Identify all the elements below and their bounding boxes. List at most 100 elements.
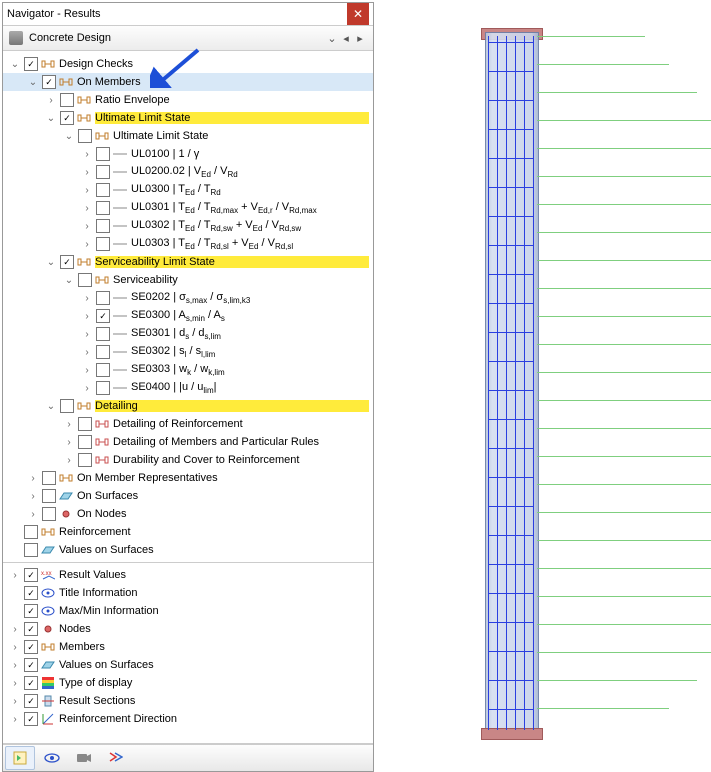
tree-view[interactable]: ⌄Design Checks⌄On Members›Ratio Envelope…	[3, 51, 373, 744]
tree-item-title-info[interactable]: Title Information	[3, 584, 373, 602]
tree-item-on-nodes[interactable]: ›On Nodes	[3, 505, 373, 523]
tree-item-ul0100[interactable]: ›UL0100 | 1 / γ	[3, 145, 373, 163]
expand-icon[interactable]: ›	[27, 509, 39, 520]
expand-icon[interactable]: ›	[27, 491, 39, 502]
tree-item-ul0303[interactable]: ›UL0303 | TEd / TRd,sl + VEd / VRd,sl	[3, 235, 373, 253]
expand-icon[interactable]: ›	[27, 473, 39, 484]
checkbox[interactable]	[96, 291, 110, 305]
expand-icon[interactable]: ›	[81, 185, 93, 196]
expand-icon[interactable]: ›	[81, 221, 93, 232]
checkbox[interactable]	[42, 507, 56, 521]
tree-item-val-surf[interactable]: Values on Surfaces	[3, 541, 373, 559]
collapse-icon[interactable]: ⌄	[63, 131, 75, 142]
checkbox[interactable]	[96, 345, 110, 359]
checkbox[interactable]	[42, 489, 56, 503]
checkbox[interactable]	[60, 93, 74, 107]
expand-icon[interactable]: ›	[63, 455, 75, 466]
collapse-icon[interactable]: ⌄	[9, 59, 21, 70]
checkbox[interactable]	[78, 417, 92, 431]
checkbox[interactable]	[24, 712, 38, 726]
checkbox[interactable]	[96, 327, 110, 341]
collapse-icon[interactable]: ⌄	[27, 77, 39, 88]
expand-icon[interactable]: ›	[81, 239, 93, 250]
expand-icon[interactable]: ›	[81, 203, 93, 214]
checkbox[interactable]	[78, 273, 92, 287]
tree-item-se0400[interactable]: ›SE0400 | |u / ulim|	[3, 379, 373, 397]
checkbox[interactable]	[24, 543, 38, 557]
expand-icon[interactable]: ›	[63, 419, 75, 430]
expand-icon[interactable]: ›	[81, 149, 93, 160]
tree-item-ul0200[interactable]: ›UL0200.02 | VEd / VRd	[3, 163, 373, 181]
tree-item-se0302[interactable]: ›SE0302 | sl / sl,lim	[3, 343, 373, 361]
expand-icon[interactable]: ›	[45, 95, 57, 106]
model-viewport[interactable]: 0.292	[380, 2, 708, 770]
tree-item-se0202[interactable]: ›SE0202 | σs,max / σs,lim,k3	[3, 289, 373, 307]
tree-item-on-rep[interactable]: ›On Member Representatives	[3, 469, 373, 487]
view-tree-button[interactable]	[5, 746, 35, 770]
tree-item-on-members[interactable]: ⌄On Members	[3, 73, 373, 91]
checkbox[interactable]	[24, 658, 38, 672]
expand-icon[interactable]: ›	[81, 311, 93, 322]
tree-item-detailing[interactable]: ⌄Detailing	[3, 397, 373, 415]
checkbox[interactable]	[96, 219, 110, 233]
collapse-icon[interactable]: ⌄	[45, 257, 57, 268]
checkbox[interactable]	[24, 525, 38, 539]
checkbox[interactable]	[96, 165, 110, 179]
tree-item-det-memb[interactable]: ›Detailing of Members and Particular Rul…	[3, 433, 373, 451]
checkbox[interactable]	[78, 453, 92, 467]
tree-item-on-surf[interactable]: ›On Surfaces	[3, 487, 373, 505]
tree-item-se0301[interactable]: ›SE0301 | ds / ds,lim	[3, 325, 373, 343]
checkbox[interactable]	[96, 147, 110, 161]
eye-button[interactable]	[37, 746, 67, 770]
checkbox[interactable]	[24, 640, 38, 654]
tree-item-type-display[interactable]: ›Type of display	[3, 674, 373, 692]
collapse-icon[interactable]: ⌄	[63, 275, 75, 286]
checkbox[interactable]	[96, 363, 110, 377]
tree-item-reinforcement[interactable]: Reinforcement	[3, 523, 373, 541]
expand-icon[interactable]: ›	[9, 678, 21, 689]
checkbox[interactable]	[78, 129, 92, 143]
tree-item-det-reinf[interactable]: ›Detailing of Reinforcement	[3, 415, 373, 433]
expand-icon[interactable]: ›	[81, 383, 93, 394]
checkbox[interactable]	[60, 255, 74, 269]
checkbox[interactable]	[24, 604, 38, 618]
tree-item-ul0302[interactable]: ›UL0302 | TEd / TRd,sw + VEd / VRd,sw	[3, 217, 373, 235]
tree-item-maxmin[interactable]: Max/Min Information	[3, 602, 373, 620]
tree-item-reinf-dir[interactable]: ›Reinforcement Direction	[3, 710, 373, 728]
expand-icon[interactable]: ›	[81, 347, 93, 358]
expand-icon[interactable]: ›	[81, 293, 93, 304]
checkbox[interactable]	[96, 183, 110, 197]
checkbox[interactable]	[60, 111, 74, 125]
section-header[interactable]: Concrete Design ⌄ ◂ ▸	[3, 26, 373, 51]
checkbox[interactable]	[60, 399, 74, 413]
tree-item-serviceability[interactable]: ⌄Serviceability	[3, 271, 373, 289]
checkbox[interactable]	[42, 471, 56, 485]
checkbox[interactable]	[96, 237, 110, 251]
tree-item-ul0301[interactable]: ›UL0301 | TEd / TRd,max + VEd,r / VRd,ma…	[3, 199, 373, 217]
tree-item-vals-surf2[interactable]: ›Values on Surfaces	[3, 656, 373, 674]
checkbox[interactable]	[24, 586, 38, 600]
expand-icon[interactable]: ›	[81, 167, 93, 178]
expand-icon[interactable]: ›	[9, 624, 21, 635]
tree-item-design-checks[interactable]: ⌄Design Checks	[3, 55, 373, 73]
tree-item-ul0300[interactable]: ›UL0300 | TEd / TRd	[3, 181, 373, 199]
checkbox[interactable]	[24, 676, 38, 690]
tree-item-se0300[interactable]: ›SE0300 | As,min / As	[3, 307, 373, 325]
checkbox[interactable]	[24, 57, 38, 71]
expand-icon[interactable]: ›	[81, 365, 93, 376]
checkbox[interactable]	[24, 694, 38, 708]
expand-icon[interactable]: ›	[9, 714, 21, 725]
tree-item-result-values[interactable]: ›x.xxResult Values	[3, 566, 373, 584]
tree-item-ratio-envelope[interactable]: ›Ratio Envelope	[3, 91, 373, 109]
expand-icon[interactable]: ›	[9, 660, 21, 671]
checkbox[interactable]	[24, 622, 38, 636]
tree-item-uls[interactable]: ⌄Ultimate Limit State	[3, 109, 373, 127]
checkbox[interactable]	[96, 381, 110, 395]
expand-icon[interactable]: ›	[9, 642, 21, 653]
checkbox[interactable]	[96, 309, 110, 323]
close-button[interactable]: ✕	[347, 3, 369, 25]
collapse-icon[interactable]: ⌄	[45, 401, 57, 412]
checkbox[interactable]	[24, 568, 38, 582]
prev-icon[interactable]: ◂	[339, 32, 353, 45]
tree-item-sls[interactable]: ⌄Serviceability Limit State	[3, 253, 373, 271]
